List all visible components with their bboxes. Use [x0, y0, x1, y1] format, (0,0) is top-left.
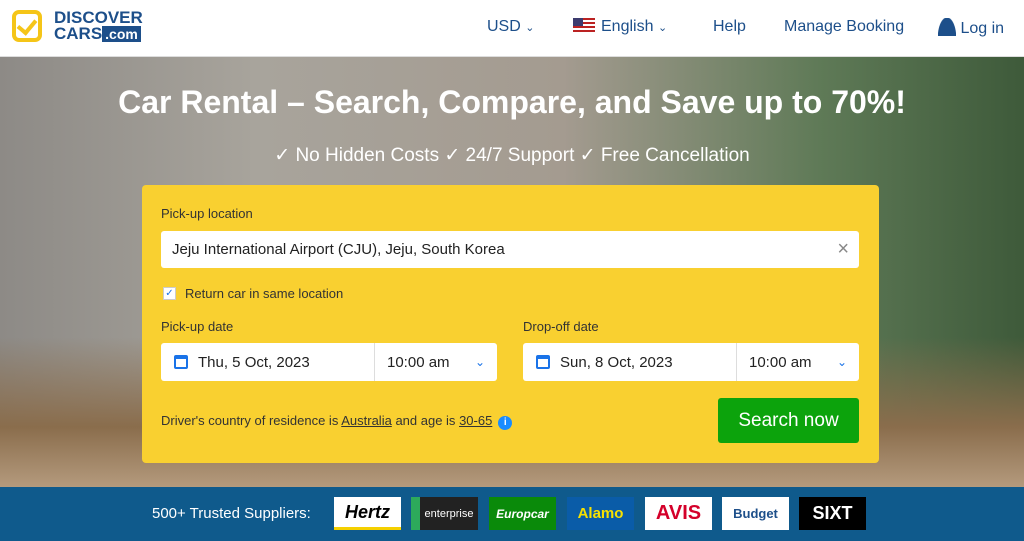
header: DISCOVER CARS .com USD ⌄ English ⌄ Help Ma… — [0, 0, 1024, 57]
return-same-checkbox[interactable]: ✓ — [163, 287, 176, 300]
enterprise-logo: enterprise — [411, 497, 478, 530]
return-same-label: Return car in same location — [185, 286, 344, 301]
driver-info: Driver's country of residence is Austral… — [161, 413, 513, 430]
dropoff-date-input[interactable]: Sun, 8 Oct, 2023 — [560, 354, 736, 371]
pickup-time-select[interactable]: 10:00 am — [387, 354, 450, 371]
clear-icon[interactable]: × — [837, 238, 849, 261]
search-button[interactable]: Search now — [718, 398, 859, 443]
chevron-down-icon: ⌄ — [525, 22, 535, 34]
calendar-icon — [536, 355, 550, 369]
logo-com: .com — [102, 26, 141, 42]
dropoff-time-select[interactable]: 10:00 am — [749, 354, 812, 371]
logo-check-icon — [12, 10, 42, 42]
pickup-date-field[interactable]: Thu, 5 Oct, 2023 10:00 am ⌄ — [161, 343, 497, 381]
page-subtitle: ✓ No Hidden Costs ✓ 24/7 Support ✓ Free … — [274, 145, 750, 166]
us-flag-icon — [573, 18, 595, 32]
help-link[interactable]: Help — [713, 18, 746, 36]
dropoff-date-field[interactable]: Sun, 8 Oct, 2023 10:00 am ⌄ — [523, 343, 859, 381]
logo-text-cars: CARS — [54, 24, 103, 43]
logo[interactable]: DISCOVER CARS .com — [12, 9, 143, 43]
chevron-down-icon: ⌄ — [657, 22, 668, 34]
suppliers-bar: 500+ Trusted Suppliers: Hertz enterprise… — [0, 487, 1024, 541]
page-title: Car Rental – Search, Compare, and Save u… — [118, 84, 906, 120]
sixt-logo: SIXT — [799, 497, 866, 530]
pickup-location-input[interactable]: Jeju International Airport (CJU), Jeju, … — [161, 231, 859, 268]
search-panel: Pick-up location Jeju International Airp… — [142, 185, 879, 463]
pickup-date-label: Pick-up date — [161, 319, 234, 334]
language-selector[interactable]: English ⌄ — [573, 18, 667, 36]
country-link[interactable]: Australia — [341, 413, 392, 428]
europcar-logo: Europcar — [489, 497, 556, 530]
hertz-logo: Hertz — [334, 497, 401, 530]
chevron-down-icon: ⌄ — [836, 355, 847, 369]
currency-selector[interactable]: USD ⌄ — [487, 18, 534, 36]
suppliers-label: 500+ Trusted Suppliers: — [152, 505, 311, 522]
pickup-location-label: Pick-up location — [161, 206, 253, 221]
dropoff-date-label: Drop-off date — [523, 319, 599, 334]
calendar-icon — [174, 355, 188, 369]
manage-booking-link[interactable]: Manage Booking — [784, 18, 904, 36]
pickup-date-input[interactable]: Thu, 5 Oct, 2023 — [198, 354, 374, 371]
alamo-logo: Alamo — [567, 497, 634, 530]
info-icon[interactable]: i — [498, 416, 513, 430]
user-icon — [938, 18, 956, 36]
avis-logo: AVIS — [645, 497, 712, 530]
age-link[interactable]: 30-65 — [459, 413, 492, 428]
budget-logo: Budget — [722, 497, 789, 530]
chevron-down-icon: ⌄ — [474, 355, 485, 369]
login-link[interactable]: Log in — [938, 18, 1004, 38]
